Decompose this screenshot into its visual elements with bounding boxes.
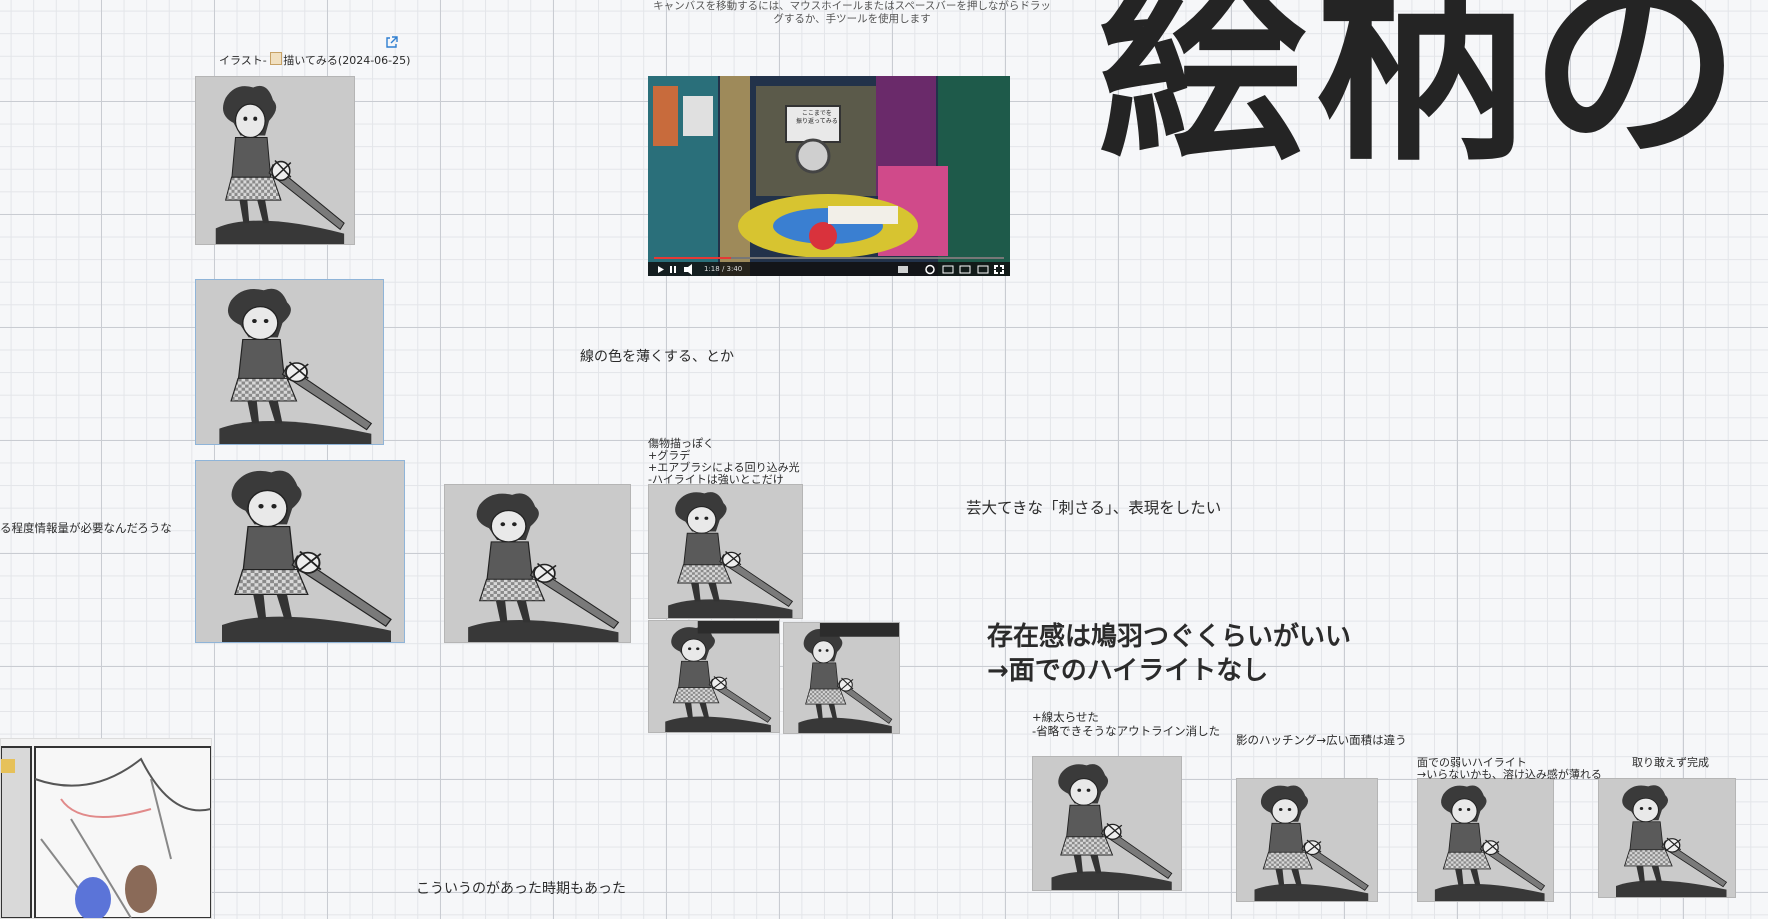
video-screen-line-1: ここまでを (801, 110, 832, 117)
canvas-hint: キャンバスを移動するには、マウスホイールまたはスペースバーを押しながらドラッグす… (653, 0, 1051, 25)
note-line-color[interactable]: 線の色を薄くする、とか (580, 346, 734, 366)
link-card-prefix: イラスト- (219, 54, 271, 67)
sketch-image-screenshot-1[interactable] (648, 620, 780, 733)
link-card-suffix: 描いてみる(2024-06-25) (283, 54, 411, 67)
canvas-big-title: 絵柄の (1098, 0, 1747, 189)
sketch-image-1[interactable] (195, 76, 355, 245)
sketch-image-done[interactable] (1598, 778, 1736, 898)
note-presence-line-1: 存在感は鳩羽つぐくらいがいい (987, 622, 1352, 652)
note-thicker-lines[interactable]: +線太らせた -省略できそうなアウトライン消した (1032, 710, 1220, 738)
external-link-icon[interactable] (385, 36, 398, 53)
video-screen-line-2: 振り返ってみる (796, 118, 838, 125)
note-thicker-lines-2: -省略できそうなアウトライン消した (1032, 724, 1221, 738)
note-thicker-lines-1: +線太らせた (1032, 710, 1099, 724)
sketch-image-thicker-lines[interactable] (1032, 756, 1182, 891)
video-embed[interactable]: ここまでを 振り返ってみる 1:18 / 3:40 (648, 76, 1010, 276)
video-time: 1:18 / 3:40 (704, 265, 743, 273)
sketch-image-2[interactable] (195, 279, 384, 445)
sketch-image-hatching[interactable] (1236, 778, 1378, 902)
note-presence[interactable]: 存在感は鳩羽つぐくらいがいい →面でのハイライトなし (987, 620, 1351, 688)
link-card-title[interactable]: イラスト- 描いてみる(2024-06-25) (219, 52, 410, 68)
note-expression[interactable]: 芸大てきな「刺さる」、表現をしたい (966, 496, 1221, 518)
document-icon (270, 52, 283, 65)
video-screen-text: ここまでを 振り返ってみる (796, 110, 838, 126)
note-era[interactable]: こういうのがあった時期もあった (416, 878, 626, 898)
sketch-image-3[interactable] (195, 460, 405, 643)
sketch-image-screenshot-2[interactable] (783, 622, 900, 734)
note-presence-line-2: →面でのハイライトなし (987, 656, 1269, 686)
sketch-image-weak-highlight[interactable] (1417, 778, 1554, 902)
sketch-image-4[interactable] (444, 484, 631, 643)
note-gradient-line-4: -ハイライトは強いとこだけ (648, 473, 784, 486)
note-weak-highlight[interactable]: 面での弱いハイライト →いらないかも、溶け込み感が薄れる (1417, 757, 1602, 781)
note-info-amount[interactable]: る程度情報量が必要なんだろうな (0, 521, 172, 535)
note-weak-highlight-2: →いらないかも、溶け込み感が薄れる (1417, 768, 1602, 781)
sketch-image-gradient[interactable] (648, 484, 803, 619)
closeup-illustration[interactable] (0, 738, 212, 919)
note-gradient[interactable]: 傷物描っぽく +グラデ +エアブラシによる回り込み光 -ハイライトは強いとこだけ (648, 438, 800, 486)
note-done[interactable]: 取り敢えず完成 (1632, 757, 1709, 769)
note-hatching[interactable]: 影のハッチング→広い面積は違う (1236, 733, 1407, 747)
